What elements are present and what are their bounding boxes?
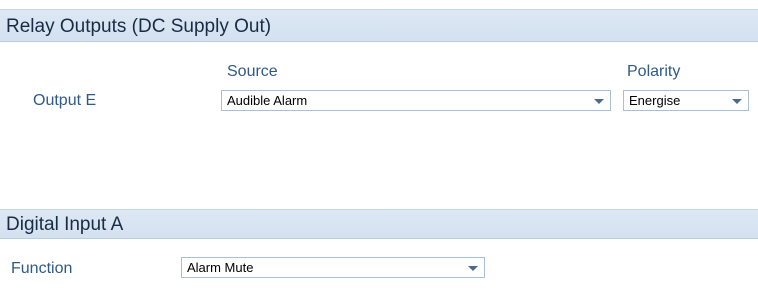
chevron-down-icon[interactable] [594, 99, 604, 104]
relay-outputs-header: Relay Outputs (DC Supply Out) [0, 9, 758, 42]
source-dropdown[interactable]: Audible Alarm [221, 90, 611, 111]
digital-input-a-panel: Digital Input A Function Alarm Mute [0, 209, 758, 288]
function-dropdown-value: Alarm Mute [187, 260, 254, 275]
source-column-label: Source [227, 63, 278, 80]
function-dropdown[interactable]: Alarm Mute [181, 257, 485, 278]
function-label: Function [11, 260, 73, 277]
digital-input-title: Digital Input A [6, 214, 124, 235]
source-dropdown-value: Audible Alarm [227, 93, 308, 108]
output-e-label: Output E [33, 92, 97, 109]
relay-outputs-panel: Relay Outputs (DC Supply Out) Source Pol… [0, 9, 758, 122]
chevron-down-icon[interactable] [732, 99, 742, 104]
polarity-dropdown[interactable]: Energise [623, 90, 749, 111]
chevron-down-icon[interactable] [468, 266, 478, 271]
polarity-dropdown-value: Energise [629, 93, 681, 108]
relay-outputs-title: Relay Outputs (DC Supply Out) [6, 16, 272, 37]
digital-input-header: Digital Input A [0, 209, 758, 239]
polarity-column-label: Polarity [627, 63, 681, 80]
